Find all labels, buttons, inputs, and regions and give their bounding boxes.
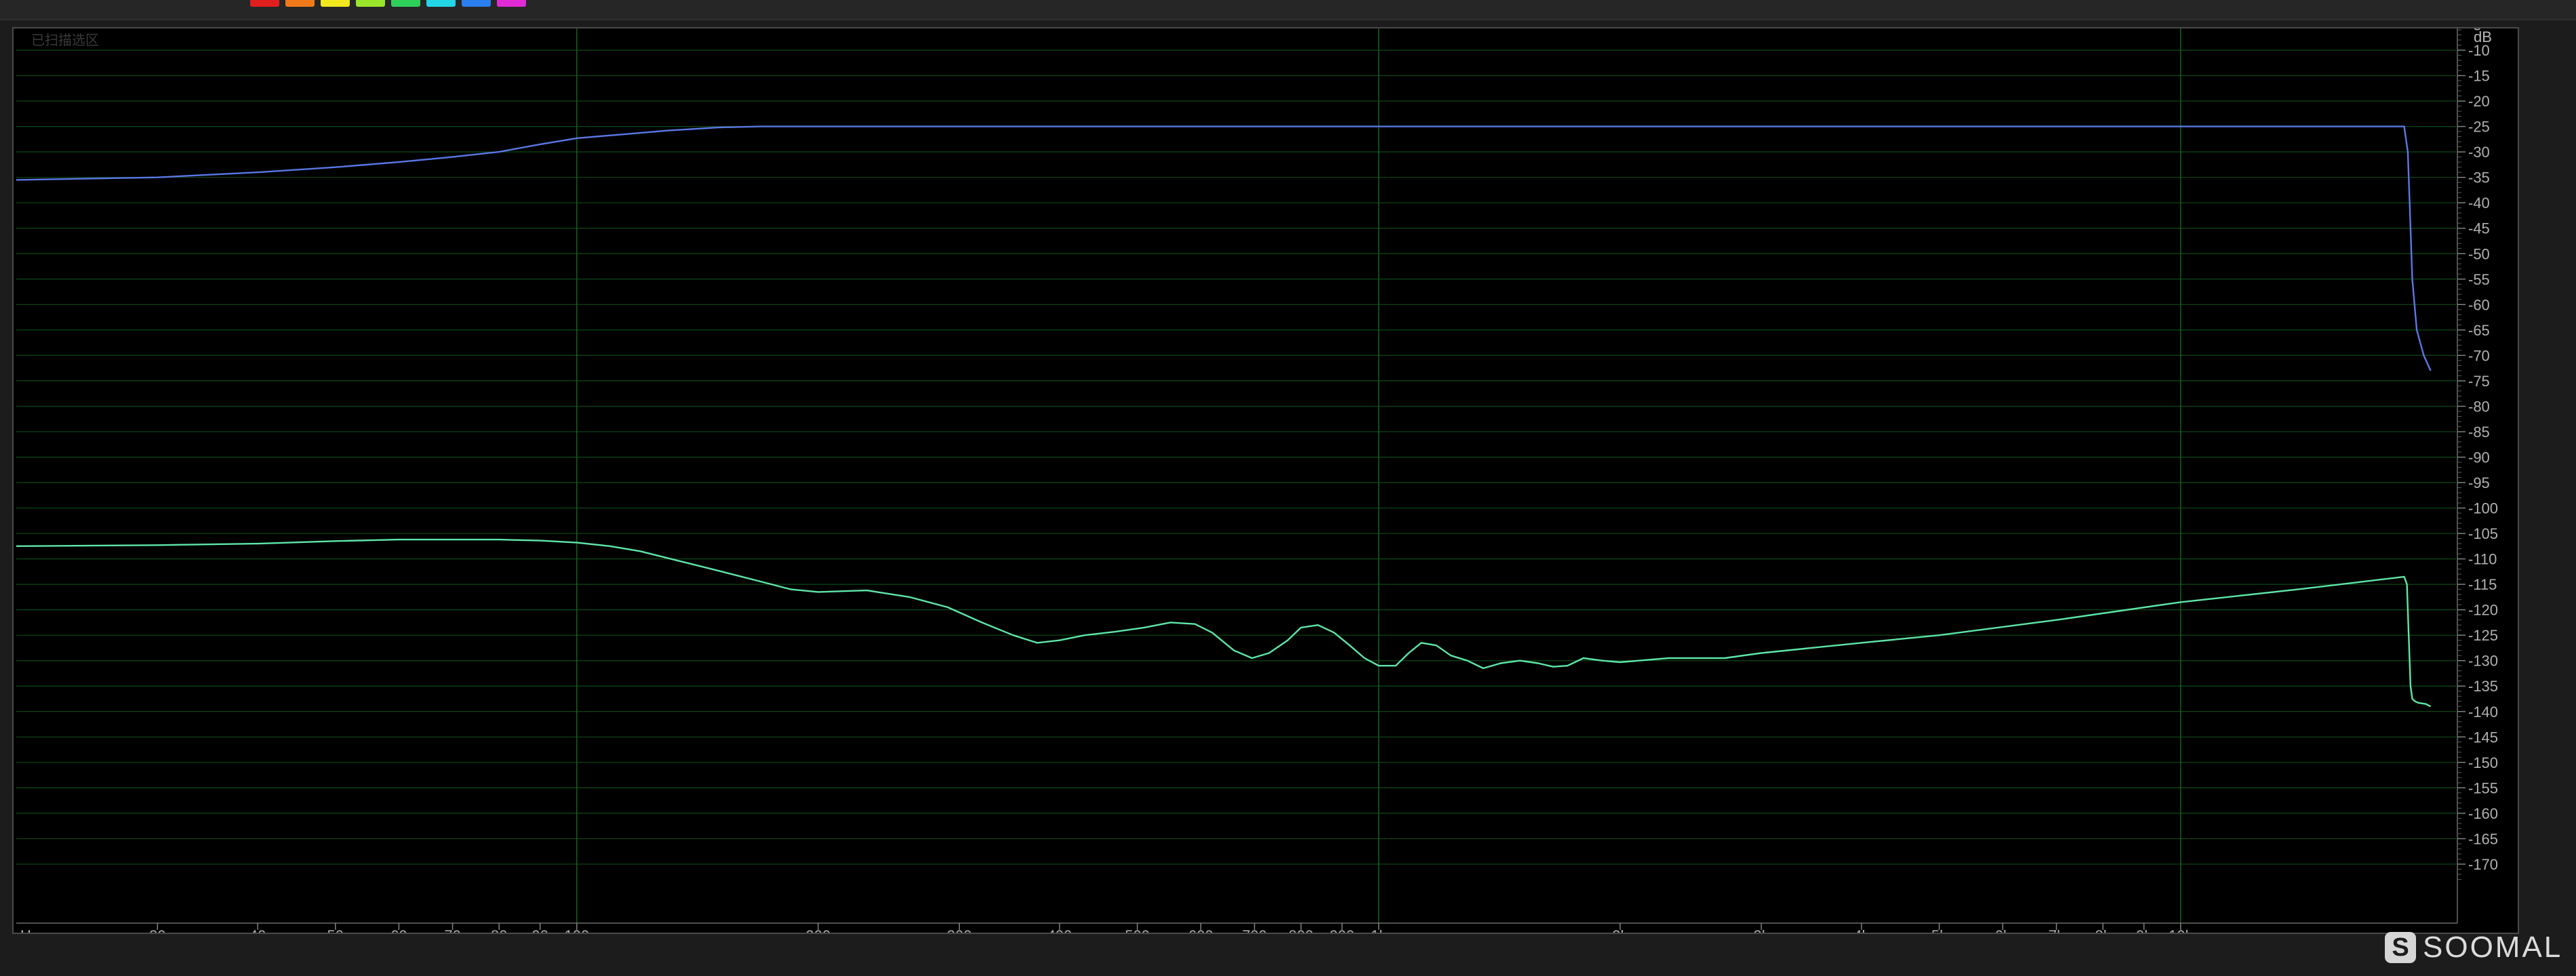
- x-tick-label: 800: [1289, 927, 1314, 933]
- y-tick-label: -115: [2468, 576, 2497, 593]
- y-tick-label: -95: [2468, 474, 2490, 491]
- x-tick-label: 30: [149, 927, 165, 933]
- y-tick-label: -45: [2468, 220, 2490, 237]
- soomal-logo-text: SOOMAL: [2423, 931, 2563, 964]
- y-tick-label: -145: [2468, 729, 2498, 746]
- x-tick-label: 2k: [1612, 927, 1628, 933]
- color-swatch-cyan[interactable]: [426, 0, 456, 7]
- y-tick-label: -130: [2468, 653, 2498, 670]
- color-swatch-blue[interactable]: [462, 0, 491, 7]
- x-tick-label: 100: [564, 927, 589, 933]
- x-tick-label: 10k: [2169, 927, 2193, 933]
- color-swatch-bar: [250, 0, 526, 7]
- x-tick-label: 50: [327, 927, 344, 933]
- y-tick-label: -50: [2468, 245, 2490, 262]
- y-tick-label: -20: [2468, 93, 2490, 110]
- spectrum-plot-frame: dB-5-10-15-20-25-30-35-40-45-50-55-60-65…: [12, 27, 2519, 934]
- color-swatch-magenta[interactable]: [497, 0, 526, 7]
- color-swatch-orange[interactable]: [285, 0, 315, 7]
- toolbar: [0, 0, 2576, 20]
- x-axis-title: Hz: [20, 927, 39, 933]
- y-tick-label: -65: [2468, 322, 2490, 339]
- y-tick-label: -70: [2468, 347, 2490, 364]
- x-tick-label: 80: [491, 927, 507, 933]
- x-tick-label: 60: [390, 927, 407, 933]
- y-tick-label: -80: [2468, 398, 2490, 415]
- y-tick-label: -120: [2468, 602, 2498, 619]
- y-tick-label: -125: [2468, 627, 2498, 644]
- scanned-selection-label: 已扫描选区: [31, 32, 99, 48]
- y-tick-label: -155: [2468, 779, 2498, 796]
- y-tick-label: -40: [2468, 195, 2490, 211]
- x-tick-label: 500: [1125, 927, 1150, 933]
- y-tick-label: -30: [2468, 144, 2490, 161]
- x-tick-label: 6k: [1995, 927, 2011, 933]
- x-tick-label: 200: [806, 927, 831, 933]
- x-tick-label: 90: [531, 927, 548, 933]
- x-tick-label: 1k: [1371, 927, 1387, 933]
- y-tick-label: -110: [2468, 551, 2497, 568]
- x-tick-label: 900: [1329, 927, 1354, 933]
- soomal-logo: S SOOMAL: [2385, 929, 2562, 967]
- y-tick-label: -105: [2468, 525, 2498, 542]
- series-line-1: [16, 125, 2432, 371]
- y-tick-label: -100: [2468, 500, 2498, 517]
- x-tick-label: 70: [444, 927, 460, 933]
- x-tick-label: 3k: [1754, 927, 1770, 933]
- x-tick-label: 9k: [2136, 927, 2152, 933]
- y-tick-label: -5: [2468, 28, 2482, 33]
- y-tick-label: -90: [2468, 449, 2490, 466]
- y-tick-label: -35: [2468, 169, 2490, 186]
- y-tick-label: -85: [2468, 424, 2490, 441]
- x-tick-label: 5k: [1931, 927, 1948, 933]
- app-window: dB-5-10-15-20-25-30-35-40-45-50-55-60-65…: [0, 0, 2576, 976]
- y-tick-label: -10: [2468, 42, 2490, 59]
- x-tick-label: 400: [1047, 927, 1072, 933]
- x-tick-label: 7k: [2049, 927, 2065, 933]
- frequency-response-chart: dB-5-10-15-20-25-30-35-40-45-50-55-60-65…: [16, 28, 2498, 933]
- color-swatch-red[interactable]: [250, 0, 279, 7]
- y-tick-label: -160: [2468, 805, 2498, 822]
- y-tick-label: -135: [2468, 678, 2498, 695]
- series-line-2: [16, 538, 2432, 708]
- soomal-logo-mark: S: [2385, 932, 2416, 963]
- y-tick-label: -60: [2468, 296, 2490, 313]
- x-tick-label: 300: [947, 927, 972, 933]
- color-swatch-green[interactable]: [391, 0, 420, 7]
- color-swatch-lime[interactable]: [356, 0, 385, 7]
- x-tick-label: 40: [249, 927, 266, 933]
- y-tick-label: -170: [2468, 856, 2498, 873]
- x-tick-label: 4k: [1853, 927, 1870, 933]
- x-tick-label: 8k: [2095, 927, 2111, 933]
- y-tick-label: -25: [2468, 119, 2490, 136]
- x-tick-label: 600: [1188, 927, 1213, 933]
- y-tick-label: -140: [2468, 704, 2498, 720]
- x-tick-label: 700: [1242, 927, 1267, 933]
- y-tick-label: -150: [2468, 754, 2498, 771]
- y-tick-label: -55: [2468, 271, 2490, 288]
- y-tick-label: -15: [2468, 68, 2490, 85]
- y-tick-label: -75: [2468, 373, 2490, 390]
- y-tick-label: -165: [2468, 830, 2498, 847]
- color-swatch-yellow[interactable]: [321, 0, 350, 7]
